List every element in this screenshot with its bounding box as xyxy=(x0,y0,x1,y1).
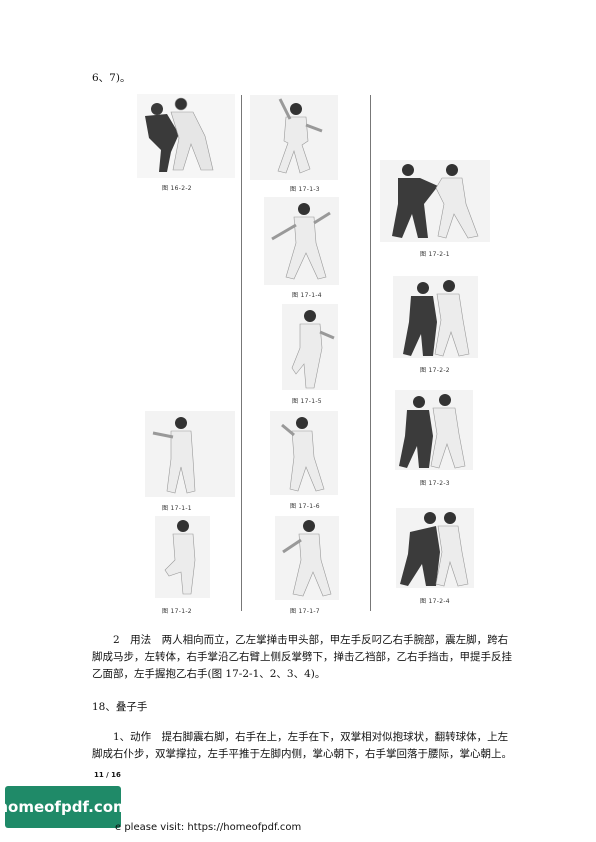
photo-17-1-6 xyxy=(270,411,338,495)
site-logo[interactable]: homeofpdf.com xyxy=(0,786,129,828)
paragraph-line: 脚成右仆步，双掌撑拉，左手平推于左脚内侧，掌心朝下，右手掌回落于腰际，掌心朝上。 xyxy=(92,748,512,760)
caption: 图 17-1-5 xyxy=(292,398,322,405)
caption: 图 17-2-4 xyxy=(420,598,450,605)
photo-17-1-2 xyxy=(155,516,210,598)
column-divider xyxy=(241,95,242,611)
column-divider xyxy=(370,95,371,611)
footer-visit-link[interactable]: e please visit: https://homeofpdf.com xyxy=(115,822,301,833)
photo-16-2-2 xyxy=(137,94,235,178)
paragraph-line: 2 用法 两人相向而立，乙左掌掸击甲头部，甲左手反叼乙右手腕部，震左脚，跨右 xyxy=(113,634,509,646)
top-text: 6、7)。 xyxy=(92,72,131,84)
caption: 图 17-1-3 xyxy=(290,186,320,193)
section-heading: 18、叠子手 xyxy=(92,701,148,713)
caption: 图 17-2-2 xyxy=(420,367,450,374)
caption: 图 17-2-3 xyxy=(420,480,450,487)
paragraph-line: 脚成马步，左转体，右手掌沿乙右臂上侧反掌劈下，掸击乙裆部，乙右手挡击，甲提手反挂 xyxy=(92,651,512,663)
caption: 图 17-1-2 xyxy=(162,608,192,615)
photo-17-2-1 xyxy=(380,160,490,242)
caption: 图 17-1-1 xyxy=(162,505,192,512)
paragraph-line: 乙面部，左手握抱乙右手(图 17-2-1、2、3、4)。 xyxy=(92,668,326,680)
photo-17-1-7 xyxy=(275,516,339,600)
photo-17-2-3 xyxy=(395,390,473,470)
photo-17-1-5 xyxy=(282,304,338,390)
caption: 图 17-2-1 xyxy=(420,251,450,258)
photo-17-1-1 xyxy=(145,411,235,497)
photo-17-2-2 xyxy=(393,276,478,358)
photo-17-1-4 xyxy=(264,197,339,285)
caption: 图 17-1-4 xyxy=(292,292,322,299)
page-number: 11 / 16 xyxy=(94,771,121,779)
photo-17-1-3 xyxy=(250,95,338,180)
photo-17-2-4 xyxy=(396,508,474,588)
caption: 图 17-1-6 xyxy=(290,503,320,510)
caption: 图 16-2-2 xyxy=(162,185,192,192)
paragraph-line: 1、动作 提右脚震右脚，右手在上，左手在下，双掌相对似抱球状，翻转球体，上左 xyxy=(113,731,509,743)
caption: 图 17-1-7 xyxy=(290,608,320,615)
